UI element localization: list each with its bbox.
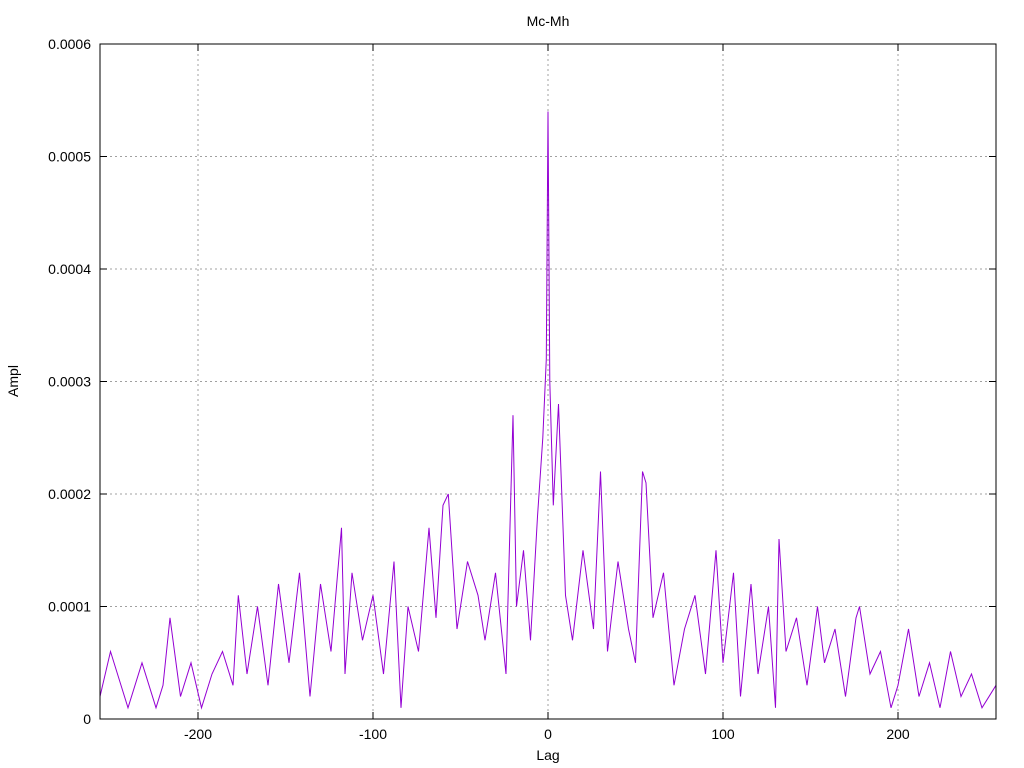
chart-title: Mc-Mh [527,13,570,29]
y-tick-label: 0.0001 [48,599,91,615]
x-tick-label: 0 [544,726,552,742]
y-axis-label: Ampl [5,365,21,397]
x-tick-label: 200 [886,726,910,742]
x-axis: -200 -100 0 100 200 [184,44,910,742]
x-tick-label: 100 [711,726,735,742]
y-tick-label: 0.0002 [48,486,91,502]
x-axis-label: Lag [536,747,559,763]
y-tick-label: 0.0006 [48,36,91,52]
y-tick-label: 0.0003 [48,374,91,390]
x-tick-label: -200 [184,726,212,742]
y-tick-label: 0 [83,711,91,727]
y-tick-label: 0.0004 [48,261,91,277]
x-tick-label: -100 [359,726,387,742]
chart: Mc-Mh Lag Ampl -200 -100 0 100 200 0 0.0001 0.… [5,13,997,763]
y-tick-label: 0.0005 [48,149,91,165]
